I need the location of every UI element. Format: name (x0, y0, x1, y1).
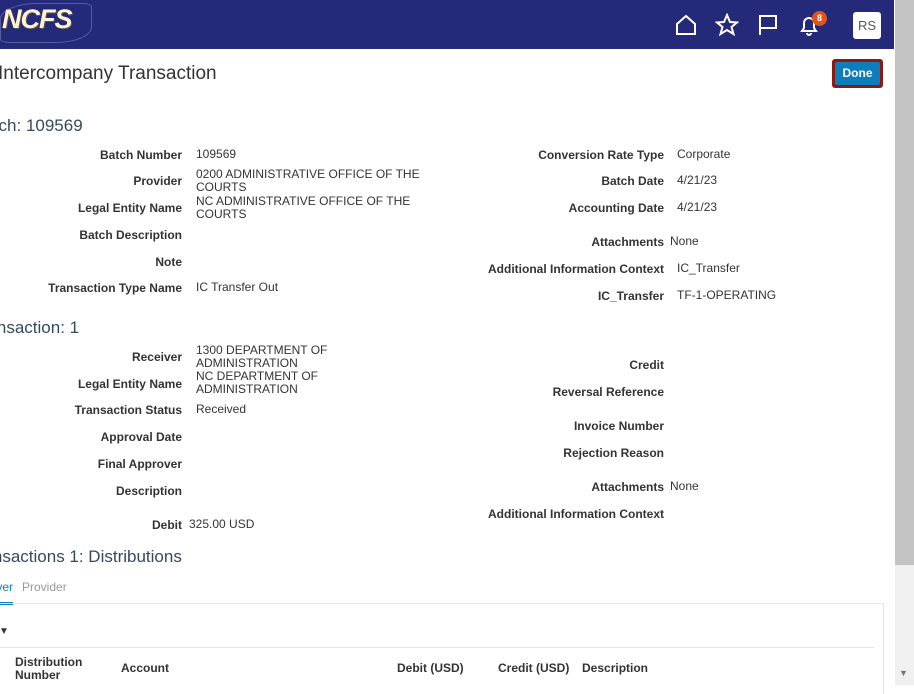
field-value: None (670, 234, 699, 248)
column-header-account[interactable]: Account (121, 662, 169, 675)
column-header-distribution-number[interactable]: Distribution Number (15, 656, 95, 682)
tab-receiver[interactable]: Receiver (0, 580, 13, 605)
field-label: Additional Information Context (488, 507, 664, 521)
transaction-heading: Transaction: 1 (0, 318, 80, 337)
field-label: Conversion Rate Type (538, 148, 664, 162)
field-value: 325.00 USD (189, 517, 255, 531)
field-value: 109569 (196, 147, 237, 161)
tab-provider[interactable]: Provider (22, 580, 67, 594)
column-header-description[interactable]: Description (582, 662, 648, 675)
field-label: Rejection Reason (563, 446, 664, 460)
field-label: Description (115, 484, 182, 498)
field-label: Approval Date (100, 430, 182, 444)
field-label: Batch Date (601, 174, 664, 188)
scroll-down-arrow[interactable]: ▼ (899, 668, 908, 678)
done-label: Done (835, 62, 880, 85)
field-value: 4/21/23 (677, 200, 718, 214)
field-label: Attachments (591, 235, 664, 249)
field-label: Provider (133, 174, 182, 188)
page-title: Intercompany Transaction (0, 63, 217, 84)
field-label: Debit (152, 518, 182, 532)
field-label: Batch Description (79, 228, 182, 242)
field-label: Receiver (131, 350, 182, 364)
star-icon[interactable] (715, 13, 739, 37)
field-label: Transaction Type Name (48, 281, 182, 295)
avatar[interactable]: RS (853, 12, 881, 39)
field-label: Invoice Number (573, 419, 664, 433)
field-label: Credit (629, 358, 664, 372)
batch-heading: Batch: 109569 (0, 116, 83, 135)
field-value: 1300 DEPARTMENT OF ADMINISTRATION (196, 343, 328, 370)
field-value: None (670, 479, 699, 493)
field-label: Attachments (591, 480, 664, 494)
field-value: 0200 ADMINISTRATIVE OFFICE OF THE COURTS (196, 167, 420, 194)
scrollbar-thumb[interactable] (895, 0, 914, 565)
field-label: Legal Entity Name (77, 377, 182, 391)
field-label: Final Approver (97, 457, 182, 471)
column-header-debit[interactable]: Debit (USD) (397, 662, 464, 675)
home-icon[interactable] (674, 13, 698, 37)
field-label: Batch Number (99, 148, 182, 162)
field-label: Reversal Reference (552, 385, 664, 399)
field-label: Accounting Date (568, 201, 664, 215)
notification-badge: 8 (812, 11, 827, 26)
top-bar: NCFS 8 RS (0, 0, 894, 49)
flag-icon[interactable] (756, 13, 780, 37)
field-value: Corporate (677, 147, 731, 161)
distributions-heading: Transactions 1: Distributions (0, 547, 182, 566)
column-header-credit[interactable]: Credit (USD) (498, 662, 569, 675)
field-label: Additional Information Context (488, 262, 664, 276)
ncfs-logo[interactable]: NCFS (2, 4, 72, 35)
field-value: IC Transfer Out (196, 280, 279, 294)
field-value: NC ADMINISTRATIVE OFFICE OF THE COURTS (196, 194, 411, 221)
field-value: TF-1-OPERATING (677, 288, 777, 302)
done-button[interactable]: Done (832, 59, 883, 88)
field-value: NC DEPARTMENT OF ADMINISTRATION (196, 369, 319, 396)
table-header-divider (0, 647, 874, 648)
field-label: Transaction Status (74, 403, 182, 417)
view-menu-dropdown-icon[interactable]: ▼ (0, 626, 9, 637)
field-label: IC_Transfer (597, 289, 664, 303)
field-value: IC_Transfer (677, 261, 740, 275)
field-value: 4/21/23 (677, 173, 718, 187)
tab-label: Receiver (0, 580, 13, 594)
distributions-panel (0, 604, 884, 694)
field-label: Note (155, 255, 182, 269)
field-value: Received (196, 402, 247, 416)
field-label: Legal Entity Name (77, 201, 182, 215)
